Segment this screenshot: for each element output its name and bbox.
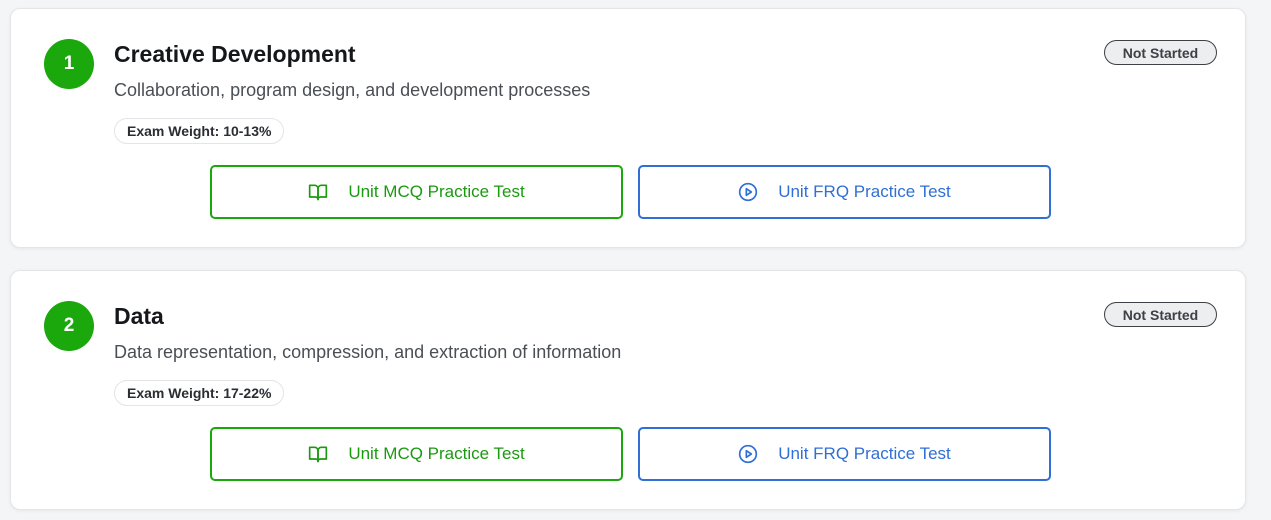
unit-list: 1 Creative Development Collaboration, pr… bbox=[0, 0, 1271, 520]
mcq-button-label: Unit MCQ Practice Test bbox=[348, 444, 525, 463]
frq-practice-button[interactable]: Unit FRQ Practice Test bbox=[638, 427, 1051, 481]
mcq-practice-button[interactable]: Unit MCQ Practice Test bbox=[210, 165, 623, 219]
frq-button-label: Unit FRQ Practice Test bbox=[778, 444, 951, 463]
frq-button-label: Unit FRQ Practice Test bbox=[778, 182, 951, 201]
unit-title: Data bbox=[114, 303, 164, 329]
unit-card-2: 2 Data Data representation, compression,… bbox=[10, 270, 1246, 510]
play-circle-icon bbox=[738, 182, 758, 202]
exam-weight-badge: Exam Weight: 10-13% bbox=[114, 118, 285, 144]
status-badge: Not Started bbox=[1104, 40, 1217, 65]
play-circle-icon bbox=[738, 444, 758, 464]
book-open-icon bbox=[308, 444, 328, 464]
book-open-icon bbox=[308, 182, 328, 202]
mcq-practice-button[interactable]: Unit MCQ Practice Test bbox=[210, 427, 623, 481]
unit-card-1: 1 Creative Development Collaboration, pr… bbox=[10, 8, 1246, 248]
frq-practice-button[interactable]: Unit FRQ Practice Test bbox=[638, 165, 1051, 219]
exam-weight-badge: Exam Weight: 17-22% bbox=[114, 380, 285, 406]
unit-number-badge: 1 bbox=[44, 39, 94, 89]
unit-number-badge: 2 bbox=[44, 301, 94, 351]
mcq-button-label: Unit MCQ Practice Test bbox=[348, 182, 525, 201]
status-badge: Not Started bbox=[1104, 302, 1217, 327]
unit-title: Creative Development bbox=[114, 41, 356, 67]
unit-description: Data representation, compression, and ex… bbox=[114, 342, 622, 362]
unit-description: Collaboration, program design, and devel… bbox=[114, 80, 591, 100]
